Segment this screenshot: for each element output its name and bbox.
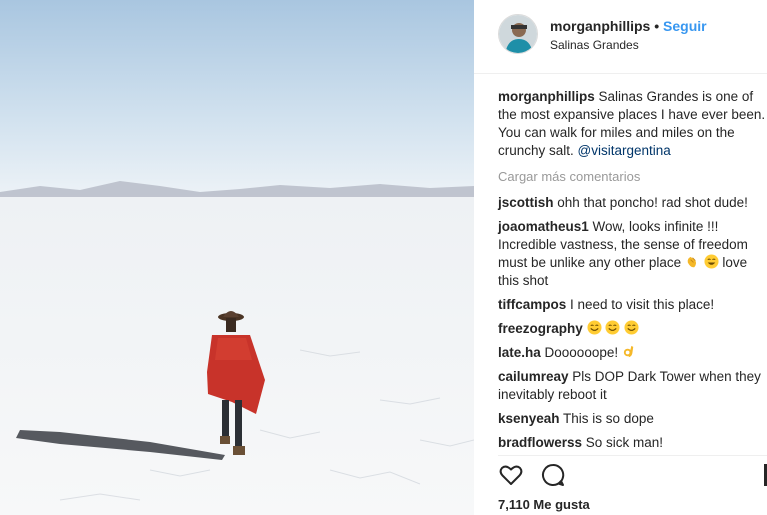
comment-text: This is so dope	[559, 411, 654, 426]
post-actions	[498, 462, 578, 488]
comment-username[interactable]: ksenyeah	[498, 411, 560, 426]
comment-item: jscottish ohh that poncho! rad shot dude…	[498, 194, 767, 212]
profile-photo-icon	[499, 15, 537, 53]
comment-item: ksenyeah This is so dope	[498, 410, 767, 428]
separator-dot: •	[654, 18, 660, 34]
likes-count[interactable]: 7,110 Me gusta	[498, 497, 590, 512]
comment-username[interactable]: late.ha	[498, 345, 541, 360]
comment-text: ohh that poncho! rad shot dude!	[553, 195, 748, 210]
comment-username[interactable]: bradflowerss	[498, 435, 582, 450]
comment-icon	[542, 463, 565, 486]
post-details-panel: morganphillips • Seguir Salinas Grandes …	[474, 0, 767, 515]
header-username-row: morganphillips • Seguir	[550, 18, 707, 34]
comment-item: tiffcampos I need to visit this place!	[498, 296, 767, 314]
smiling-face-icon	[624, 320, 639, 335]
avatar[interactable]	[498, 14, 538, 54]
comment-username[interactable]: joaomatheus1	[498, 219, 589, 234]
smiling-face-icon	[587, 320, 602, 335]
caption-mention[interactable]: @visitargentina	[578, 143, 671, 158]
location-link[interactable]: Salinas Grandes	[550, 38, 639, 52]
like-button[interactable]	[498, 462, 524, 488]
comment-text: So sick man!	[582, 435, 664, 450]
comments-list: morganphillips Salinas Grandes is one of…	[498, 88, 767, 458]
clapping-hands-icon	[687, 256, 696, 268]
comment-username[interactable]: freezography	[498, 321, 583, 336]
header-username[interactable]: morganphillips	[550, 18, 650, 34]
heart-icon	[499, 465, 523, 485]
caption-username[interactable]: morganphillips	[498, 89, 595, 104]
comment-button[interactable]	[540, 462, 566, 488]
comment-item: cailumreay Pls DOP Dark Tower when they …	[498, 368, 767, 404]
ok-hand-icon	[623, 345, 634, 358]
comment-username[interactable]: jscottish	[498, 195, 554, 210]
post-photo[interactable]	[0, 0, 474, 515]
comment-username[interactable]: cailumreay	[498, 369, 569, 384]
comment-text: I need to visit this place!	[566, 297, 715, 312]
load-more-comments-button[interactable]: Cargar más comentarios	[498, 168, 767, 186]
comment-username[interactable]: tiffcampos	[498, 297, 566, 312]
comment-item: freezography	[498, 320, 767, 338]
salt-flat-image	[0, 0, 474, 515]
follow-button[interactable]: Seguir	[663, 18, 707, 34]
comment-text: Doooooope!	[540, 345, 622, 360]
post-caption: morganphillips Salinas Grandes is one of…	[498, 88, 767, 160]
smiling-face-icon	[704, 254, 719, 269]
comment-item: late.ha Doooooope!	[498, 344, 767, 362]
post-header: morganphillips • Seguir Salinas Grandes	[474, 0, 767, 74]
actions-divider	[498, 455, 767, 456]
smiling-face-icon	[605, 320, 620, 335]
comment-item: joaomatheus1 Wow, looks infinite !!! Inc…	[498, 218, 767, 290]
comment-item: bradflowerss So sick man!	[498, 434, 767, 452]
